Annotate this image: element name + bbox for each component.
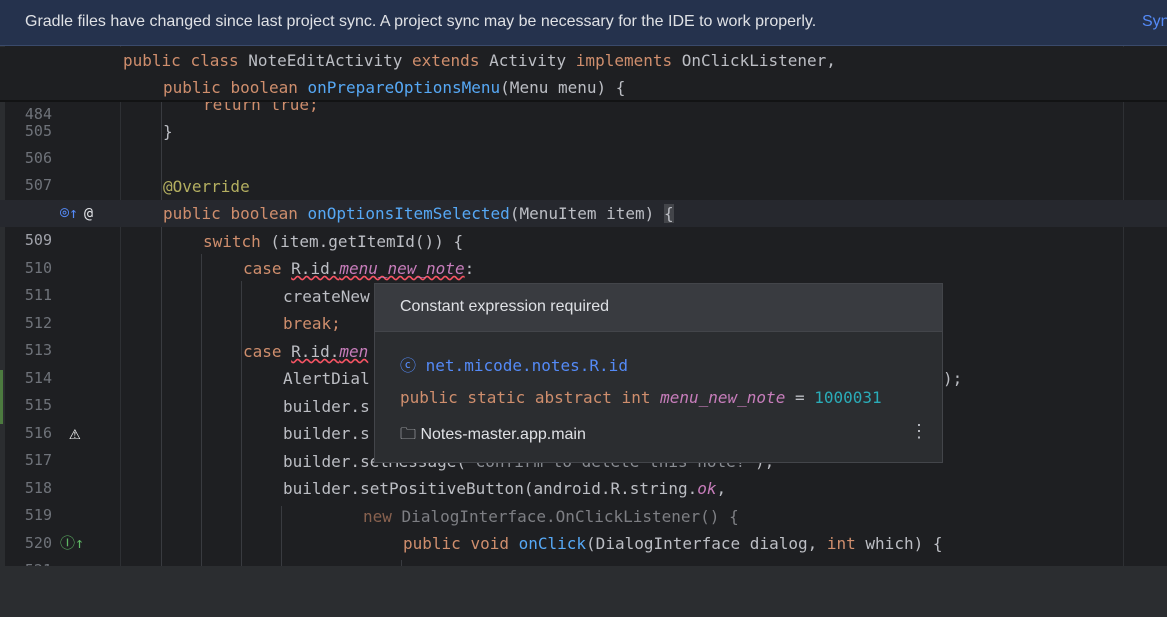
code-token: implements [575, 51, 673, 70]
code-token: } [163, 122, 173, 141]
warning-icon[interactable]: ⚠ [69, 420, 80, 447]
code-line-current[interactable]: 509 ⌾↑ @ public boolean onOptionsItemSel… [0, 200, 1167, 249]
code-line[interactable]: 506 } [0, 118, 1167, 167]
code-token: class [190, 51, 239, 70]
line-number: 521 [0, 557, 52, 566]
code-line[interactable]: 519 builder.setPositiveButton(android.R.… [0, 475, 1167, 524]
code-token: @Override [163, 177, 250, 196]
code-token: public [403, 534, 461, 553]
code-token: boolean [230, 78, 298, 97]
module-folder-icon: 🗀 [400, 426, 417, 443]
code-token: (MenuItem item) [509, 204, 664, 223]
code-token: DialogInterface.OnClickListener() { [401, 507, 739, 526]
sticky-lines-divider [0, 100, 1167, 102]
code-line[interactable]: 520 new DialogInterface.OnClickListener(… [0, 503, 1167, 552]
gradle-sync-banner: Gradle files have changed since last pro… [0, 0, 1167, 46]
code-token: builder.setPositiveButton(android.R.stri… [283, 479, 698, 498]
code-token: extends [412, 51, 480, 70]
code-token: Activity [489, 51, 567, 70]
package-name[interactable]: net.micode.notes.R.id [426, 356, 628, 375]
error-field-reference[interactable]: menu_new_note [339, 259, 464, 278]
code-token: case [243, 342, 282, 361]
code-token: (item.getItemId()) { [260, 232, 464, 251]
code-token: R.id. [291, 259, 340, 278]
sync-now-link[interactable]: Syn [1142, 13, 1167, 31]
code-line[interactable]: 510 switch (item.getItemId()) { [0, 228, 1167, 277]
matched-brace: { [663, 204, 674, 223]
code-token: which) { [855, 534, 943, 553]
module-info: 🗀 Notes-master.app.main [400, 423, 586, 450]
code-token: break; [283, 314, 341, 333]
code-token: void [470, 534, 509, 553]
error-message: Constant expression required [400, 298, 610, 315]
code-token: R.id. [291, 342, 340, 361]
code-token: ok [697, 479, 717, 498]
declaration-equals: = [785, 388, 815, 407]
code-line[interactable]: 507 [0, 145, 1167, 194]
code-token: ); [943, 369, 963, 388]
module-name: Notes-master.app.main [420, 426, 586, 443]
code-token: int [826, 534, 856, 553]
code-token: : [464, 259, 475, 278]
code-token: onOptionsItemSelected [307, 204, 510, 223]
declaration-value: 1000031 [814, 388, 882, 407]
code-token: AlertDial [283, 369, 370, 388]
class-icon: ⓒ [400, 356, 417, 375]
code-token: new [363, 507, 392, 526]
code-line[interactable]: 508 @Override [0, 173, 1167, 222]
code-token: onPrepareOptionsMenu [307, 78, 501, 97]
code-token: (Menu menu) { [500, 78, 626, 97]
code-token: createNew [283, 287, 370, 306]
sticky-line-class[interactable]: 75 public class NoteEditActivity extends… [0, 47, 1167, 96]
code-token: (DialogInterface dialog, [586, 534, 827, 553]
code-token: , [716, 479, 727, 498]
more-options-icon[interactable]: ⋮ [909, 422, 929, 442]
package-link[interactable]: ⓒ net.micode.notes.R.id [400, 352, 628, 376]
popup-header: Constant expression required [375, 284, 942, 332]
code-token: public [163, 78, 221, 97]
code-token: switch [203, 232, 261, 251]
sticky-line-method[interactable]: 484 public boolean onPrepareOptionsMenu(… [0, 74, 1167, 123]
banner-message: Gradle files have changed since last pro… [25, 13, 817, 30]
code-token: boolean [230, 204, 298, 223]
code-token: public [163, 204, 221, 223]
code-token: builder.s [283, 424, 370, 443]
implements-method-icon[interactable]: Ⓘ↑ [60, 530, 84, 557]
declaration-name: menu_new_note [660, 388, 786, 407]
code-line[interactable]: 521 Ⓘ↑ public void onClick(DialogInterfa… [0, 530, 1167, 566]
code-token: builder.s [283, 397, 370, 416]
quick-doc-popup[interactable]: Constant expression required ⓒ net.micod… [374, 283, 943, 463]
field-declaration: public static abstract int menu_new_note… [400, 388, 882, 407]
code-line[interactable]: 511 case R.id.menu_new_note: [0, 255, 1167, 304]
declaration-modifiers: public static abstract int [400, 388, 651, 407]
indent-guide [401, 560, 402, 566]
code-token: case [243, 259, 282, 278]
code-token: OnClickListener, [681, 51, 836, 70]
code-token: NoteEditActivity [248, 51, 403, 70]
code-token: public [123, 51, 181, 70]
annotation-at-icon[interactable]: @ [84, 200, 93, 227]
code-token: men [339, 342, 369, 361]
override-method-icon[interactable]: ⌾↑ [60, 200, 78, 227]
code-token: onClick [518, 534, 587, 553]
